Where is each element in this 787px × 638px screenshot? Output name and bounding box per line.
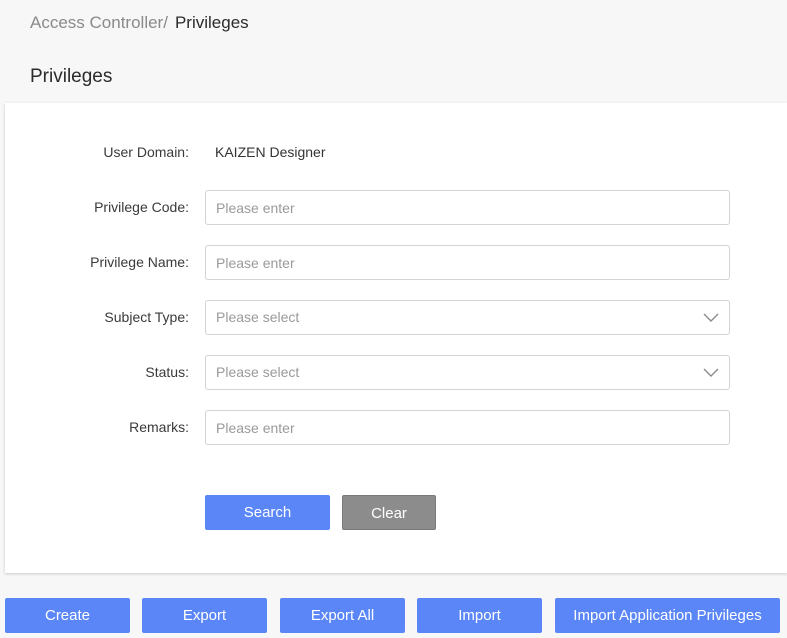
page-title: Privileges (30, 66, 113, 87)
breadcrumb-separator: / (163, 13, 168, 32)
privilege-code-row: Privilege Code: (5, 190, 787, 225)
status-label: Status: (145, 364, 189, 380)
user-domain-value: KAIZEN Designer (215, 144, 326, 160)
status-row: Status: Please select (5, 355, 787, 390)
clear-button[interactable]: Clear (342, 495, 436, 530)
remarks-input[interactable] (205, 410, 730, 445)
status-placeholder: Please select (216, 364, 300, 380)
import-button[interactable]: Import (417, 598, 542, 633)
breadcrumb-parent[interactable]: Access Controller (30, 13, 163, 32)
export-all-button[interactable]: Export All (280, 598, 405, 633)
create-button[interactable]: Create (5, 598, 130, 633)
remarks-label: Remarks: (129, 419, 189, 435)
export-button[interactable]: Export (142, 598, 267, 633)
privilege-name-input[interactable] (205, 245, 730, 280)
chevron-down-icon (703, 313, 719, 322)
subject-type-row: Subject Type: Please select (5, 300, 787, 335)
status-select[interactable]: Please select (205, 355, 730, 390)
user-domain-row: User Domain: KAIZEN Designer (5, 135, 787, 170)
user-domain-label: User Domain: (103, 144, 189, 160)
search-panel: User Domain: KAIZEN Designer Privilege C… (5, 103, 787, 573)
privilege-code-label: Privilege Code: (94, 199, 189, 215)
chevron-down-icon (703, 368, 719, 377)
subject-type-label: Subject Type: (104, 309, 189, 325)
search-button[interactable]: Search (205, 495, 330, 530)
breadcrumb-current: Privileges (174, 13, 249, 32)
breadcrumb: Access Controller/ Privileges (30, 12, 249, 34)
subject-type-select[interactable]: Please select (205, 300, 730, 335)
remarks-row: Remarks: (5, 410, 787, 445)
privilege-name-label: Privilege Name: (90, 254, 189, 270)
subject-type-placeholder: Please select (216, 309, 300, 325)
privilege-code-input[interactable] (205, 190, 730, 225)
import-application-privileges-button[interactable]: Import Application Privileges (555, 598, 780, 633)
privilege-name-row: Privilege Name: (5, 245, 787, 280)
